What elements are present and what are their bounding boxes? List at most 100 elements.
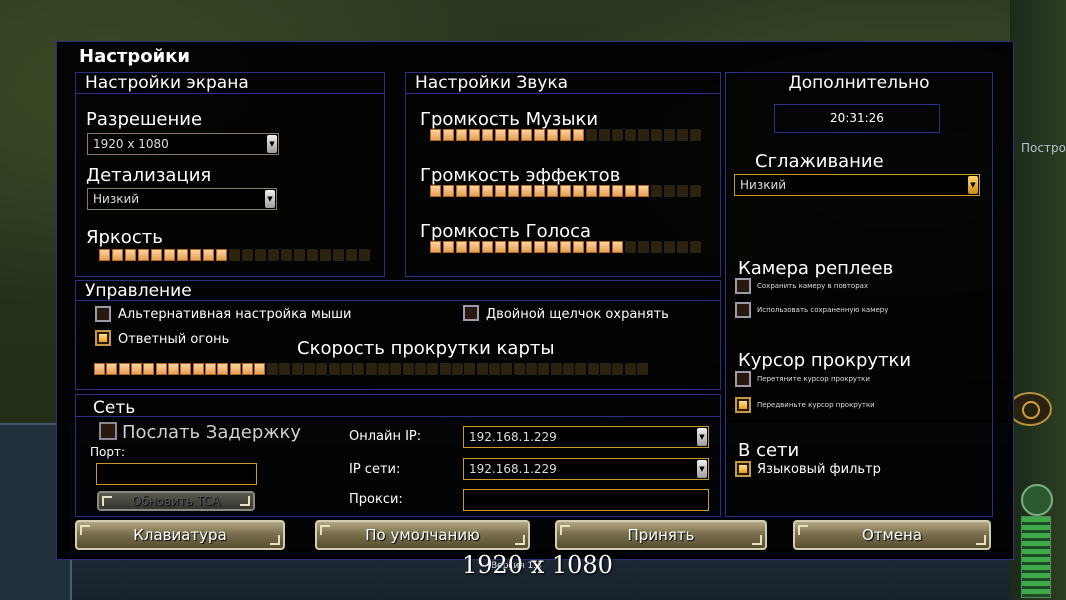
- slider-segment[interactable]: [550, 363, 562, 375]
- slider-segment[interactable]: [464, 363, 476, 375]
- slider-segment[interactable]: [547, 129, 558, 141]
- slider-segment[interactable]: [637, 363, 649, 375]
- slider-segment[interactable]: [255, 249, 266, 261]
- slider-segment[interactable]: [281, 249, 292, 261]
- slider-segment[interactable]: [168, 363, 180, 375]
- slider-segment[interactable]: [573, 185, 584, 197]
- slider-segment[interactable]: [573, 241, 584, 253]
- slider-segment[interactable]: [538, 363, 550, 375]
- slider-segment[interactable]: [501, 363, 513, 375]
- slider-segment[interactable]: [254, 363, 266, 375]
- slider-segment[interactable]: [112, 249, 123, 261]
- slider-segment[interactable]: [365, 363, 377, 375]
- slider-segment[interactable]: [690, 241, 701, 253]
- slider-segment[interactable]: [333, 249, 344, 261]
- slider-segment[interactable]: [359, 249, 370, 261]
- slider-segment[interactable]: [456, 129, 467, 141]
- slider-segment[interactable]: [443, 241, 454, 253]
- slider-segment[interactable]: [192, 363, 204, 375]
- slider-segment[interactable]: [625, 185, 636, 197]
- slider-segment[interactable]: [677, 129, 688, 141]
- chevron-down-icon[interactable]: ▼: [968, 176, 978, 194]
- slider-segment[interactable]: [560, 185, 571, 197]
- slider-segment[interactable]: [177, 249, 188, 261]
- update-tca-button[interactable]: Обновить TCA: [97, 491, 255, 511]
- default-button[interactable]: По умолчанию: [315, 520, 530, 550]
- slider-segment[interactable]: [563, 363, 575, 375]
- slider-segment[interactable]: [534, 129, 545, 141]
- slider-segment[interactable]: [469, 241, 480, 253]
- slider-segment[interactable]: [99, 249, 110, 261]
- slider-segment[interactable]: [94, 363, 105, 375]
- compass-icon[interactable]: [1008, 392, 1052, 426]
- slider-segment[interactable]: [268, 249, 279, 261]
- slider-segment[interactable]: [651, 241, 662, 253]
- slider-segment[interactable]: [560, 129, 571, 141]
- slider-segment[interactable]: [291, 363, 303, 375]
- effects-volume-slider[interactable]: [430, 185, 701, 197]
- slider-segment[interactable]: [439, 363, 451, 375]
- slider-segment[interactable]: [599, 241, 610, 253]
- slider-segment[interactable]: [353, 363, 365, 375]
- brightness-slider[interactable]: [99, 249, 370, 261]
- slider-segment[interactable]: [495, 129, 506, 141]
- slider-segment[interactable]: [624, 363, 636, 375]
- slider-segment[interactable]: [508, 129, 519, 141]
- slider-segment[interactable]: [547, 185, 558, 197]
- send-delay-checkbox[interactable]: [99, 422, 117, 440]
- slider-segment[interactable]: [600, 363, 612, 375]
- scroll-speed-slider[interactable]: [94, 363, 649, 375]
- slider-segment[interactable]: [430, 185, 441, 197]
- slider-segment[interactable]: [526, 363, 538, 375]
- slider-segment[interactable]: [625, 129, 636, 141]
- slider-segment[interactable]: [521, 185, 532, 197]
- use-saved-camera-checkbox[interactable]: [735, 302, 751, 318]
- slider-segment[interactable]: [430, 241, 441, 253]
- slider-segment[interactable]: [328, 363, 340, 375]
- slider-segment[interactable]: [390, 363, 402, 375]
- slider-segment[interactable]: [521, 241, 532, 253]
- slider-segment[interactable]: [534, 241, 545, 253]
- alt-mouse-checkbox[interactable]: [95, 306, 111, 322]
- slider-segment[interactable]: [612, 185, 623, 197]
- slider-segment[interactable]: [586, 185, 597, 197]
- slider-segment[interactable]: [303, 363, 315, 375]
- slider-segment[interactable]: [266, 363, 278, 375]
- slider-segment[interactable]: [513, 363, 525, 375]
- slider-segment[interactable]: [476, 363, 488, 375]
- accept-button[interactable]: Принять: [555, 520, 767, 550]
- slider-segment[interactable]: [690, 185, 701, 197]
- slider-segment[interactable]: [138, 249, 149, 261]
- slider-segment[interactable]: [346, 249, 357, 261]
- chevron-down-icon[interactable]: ▼: [697, 460, 707, 478]
- slider-segment[interactable]: [508, 241, 519, 253]
- slider-segment[interactable]: [427, 363, 439, 375]
- keyboard-button[interactable]: Клавиатура: [75, 520, 285, 550]
- slider-segment[interactable]: [340, 363, 352, 375]
- slider-segment[interactable]: [625, 241, 636, 253]
- slider-segment[interactable]: [534, 185, 545, 197]
- return-fire-checkbox[interactable]: [95, 330, 111, 346]
- slider-segment[interactable]: [638, 185, 649, 197]
- slider-segment[interactable]: [294, 249, 305, 261]
- slider-segment[interactable]: [547, 241, 558, 253]
- slider-segment[interactable]: [456, 241, 467, 253]
- slider-segment[interactable]: [125, 249, 136, 261]
- slider-segment[interactable]: [279, 363, 291, 375]
- slider-segment[interactable]: [469, 185, 480, 197]
- slider-segment[interactable]: [190, 249, 201, 261]
- language-filter-checkbox[interactable]: [735, 461, 751, 477]
- slider-segment[interactable]: [677, 241, 688, 253]
- slider-segment[interactable]: [599, 129, 610, 141]
- slider-segment[interactable]: [180, 363, 192, 375]
- chevron-down-icon[interactable]: ▼: [697, 428, 707, 446]
- slider-segment[interactable]: [521, 129, 532, 141]
- slider-segment[interactable]: [414, 363, 426, 375]
- slider-segment[interactable]: [456, 185, 467, 197]
- slider-segment[interactable]: [638, 241, 649, 253]
- slider-segment[interactable]: [638, 129, 649, 141]
- voice-volume-slider[interactable]: [430, 241, 701, 253]
- net-ip-dropdown[interactable]: 192.168.1.229 ▼: [463, 458, 709, 480]
- slider-segment[interactable]: [612, 241, 623, 253]
- port-input[interactable]: [96, 463, 257, 485]
